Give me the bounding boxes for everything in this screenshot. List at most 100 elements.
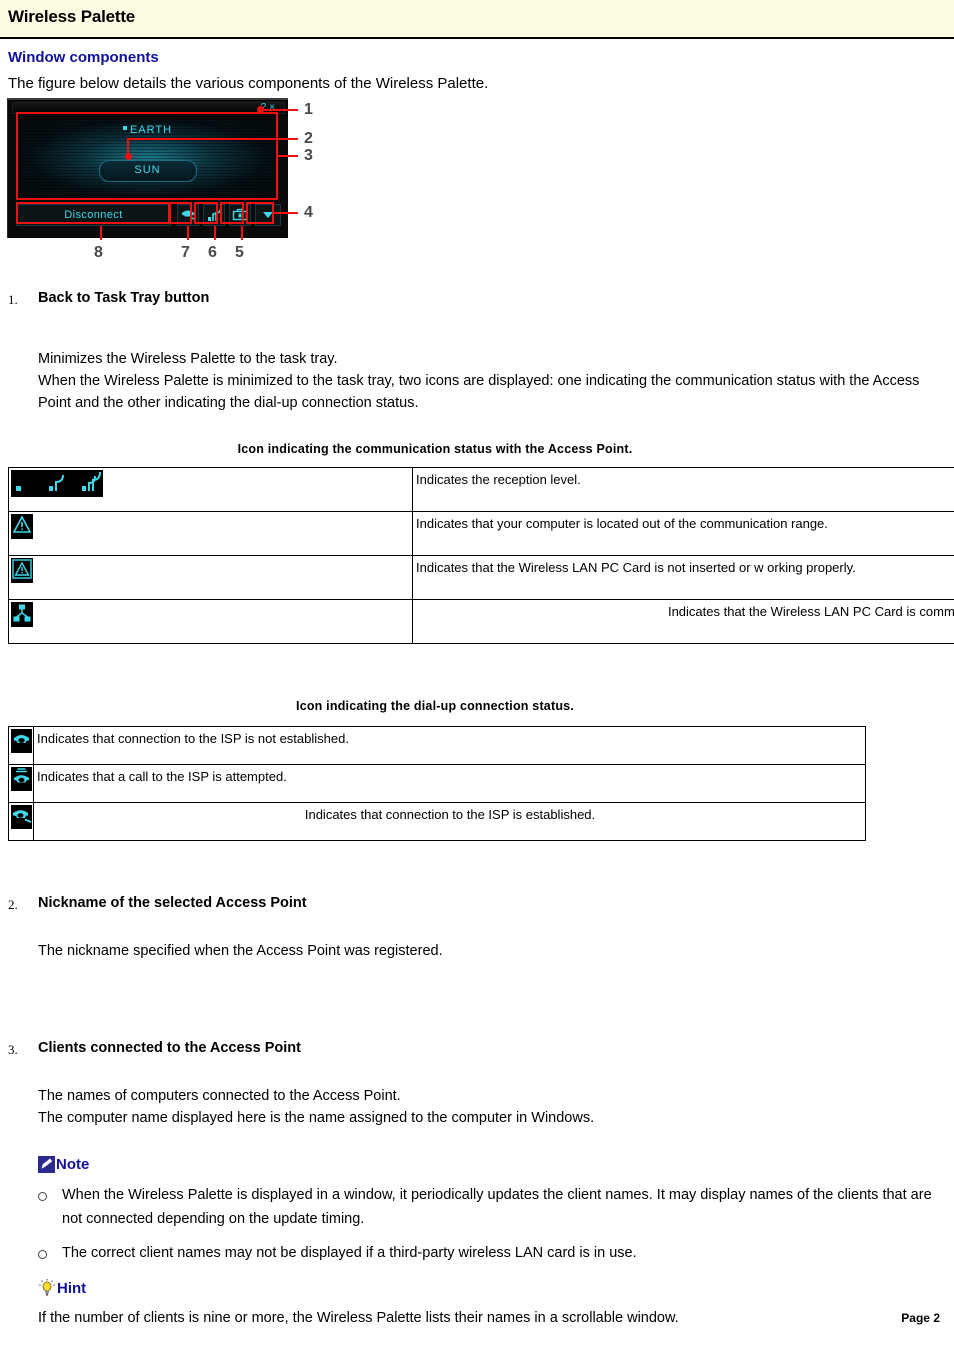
callout-box-8 [16, 202, 171, 224]
telephone-idle-glyph [11, 729, 32, 750]
page-title: Wireless Palette [8, 7, 136, 26]
callout-tick-7 [187, 226, 189, 240]
svg-text:/: / [39, 477, 43, 491]
list-item-3-paragraph-2: The computer name displayed here is the … [38, 1110, 595, 1126]
page-header-band: Wireless Palette [0, 0, 954, 37]
telephone-connected-icon [11, 805, 32, 829]
list-item-3: 3. Clients connected to the Access Point [8, 1040, 954, 1057]
comm-icon-cell-reception: / / [8, 467, 413, 512]
callout-box-5 [220, 202, 244, 224]
dial-text-cell-calling: Indicates that a call to the ISP is atte… [33, 764, 866, 803]
telephone-connected-glyph [11, 805, 32, 826]
table-row: Indicates that connection to the ISP is … [8, 802, 866, 841]
warning-triangle-icon [11, 514, 33, 539]
callout-number-3: 3 [304, 147, 313, 164]
signal-level-icons: / / [11, 470, 103, 497]
callout-box-7 [168, 202, 192, 224]
list-item-2-paragraph-1: The nickname specified when the Access P… [38, 943, 443, 959]
table-row: Indicates that connection to the ISP is … [8, 726, 866, 765]
callout-leader-1 [260, 109, 298, 111]
hint-callout-label: Hint [38, 1279, 954, 1297]
list-item-3-number: 3. [8, 1042, 18, 1057]
note-bullet-2-text: The correct client names may not be disp… [62, 1245, 637, 1261]
callout-anchor-1 [257, 106, 264, 113]
note-pencil-icon [38, 1156, 55, 1173]
callout-tick-6 [214, 226, 216, 240]
dial-icon-cell-established [8, 802, 34, 841]
callout-box-6 [194, 202, 218, 224]
table-row: Indicates that the Wireless LAN PC Card … [8, 599, 954, 644]
comm-icon-cell-out-of-range [8, 511, 413, 556]
callout-box-4 [246, 202, 274, 224]
comm-table-caption: Icon indicating the communication status… [237, 442, 633, 456]
note-bullet-1-text: When the Wireless Palette is displayed i… [62, 1187, 932, 1227]
dial-icon-cell-not-established [8, 726, 34, 765]
comm-text-cell-reception: Indicates the reception level. [412, 467, 954, 512]
note-callout-label: Note [38, 1156, 954, 1173]
list-item: The correct client names may not be disp… [0, 1241, 942, 1265]
callout-number-7: 7 [181, 244, 190, 261]
callout-leader-3 [276, 155, 298, 157]
list-item-2: 2. Nickname of the selected Access Point [8, 895, 954, 912]
callout-tick-8 [100, 226, 102, 240]
list-item-1-number: 1. [8, 292, 18, 307]
table-row: / / Indicates the reception level. [8, 467, 954, 512]
list-item-2-number: 2. [8, 897, 18, 912]
peer-network-icon [11, 602, 33, 627]
comm-icon-cell-card-error [8, 555, 413, 600]
peer-network-glyph [11, 602, 33, 624]
section-heading: Window components [8, 49, 159, 66]
note-bullet-list: When the Wireless Palette is displayed i… [0, 1183, 954, 1265]
comm-text-cell-out-of-range: Indicates that your computer is located … [412, 511, 954, 556]
callout-number-6: 6 [208, 244, 217, 261]
list-item-1-heading: Back to Task Tray button [38, 290, 210, 306]
telephone-ringing-icon [11, 767, 32, 791]
table-row: Indicates that your computer is located … [8, 511, 954, 556]
callout-box-3 [16, 112, 278, 200]
lightbulb-icon [39, 1279, 55, 1296]
callout-tick-5 [241, 226, 243, 240]
list-item-1-paragraph-2: When the Wireless Palette is minimized t… [38, 373, 920, 411]
bullet-icon [38, 1192, 47, 1201]
telephone-idle-icon [11, 729, 32, 753]
list-item-3-paragraph-1: The names of computers connected to the … [38, 1088, 401, 1104]
dial-text-cell-established: Indicates that connection to the ISP is … [33, 802, 866, 841]
bullet-icon [38, 1250, 47, 1259]
table-row: Indicates that the Wireless LAN PC Card … [8, 555, 954, 600]
callout-number-2: 2 [304, 130, 313, 147]
comm-icon-cell-peer-mode [8, 599, 413, 644]
page-number: Page 2 [901, 1311, 940, 1325]
svg-text:/: / [73, 477, 77, 491]
callout-anchor-2 [125, 153, 132, 160]
table-row: Indicates that a call to the ISP is atte… [8, 764, 866, 803]
warning-triangle-glyph [11, 514, 33, 536]
hint-body-text: If the number of clients is nine or more… [38, 1310, 679, 1326]
callout-number-1: 1 [304, 101, 313, 118]
list-item-2-heading: Nickname of the selected Access Point [38, 895, 307, 911]
card-error-glyph [11, 558, 33, 580]
comm-text-cell-card-error: Indicates that the Wireless LAN PC Card … [412, 555, 954, 600]
list-item: When the Wireless Palette is displayed i… [0, 1183, 942, 1231]
note-icon [38, 1156, 55, 1173]
callout-leader-4 [272, 212, 298, 214]
note-label-text: Note [56, 1156, 90, 1173]
dial-icon-cell-calling [8, 764, 34, 803]
hint-label-text: Hint [57, 1279, 87, 1297]
section-intro-text: The figure below details the various com… [8, 75, 489, 92]
communication-status-table: / / Indicates the reception level. Indic… [8, 467, 954, 644]
list-item-3-heading: Clients connected to the Access Point [38, 1040, 301, 1056]
list-item-1: 1. Back to Task Tray button [8, 290, 954, 307]
callout-number-4: 4 [304, 204, 313, 221]
telephone-ringing-glyph [11, 767, 32, 788]
comm-text-cell-peer-mode: Indicates that the Wireless LAN PC Card … [412, 599, 954, 644]
dialup-table-caption: Icon indicating the dial-up connection s… [296, 699, 574, 713]
dial-text-cell-not-established: Indicates that connection to the ISP is … [33, 726, 866, 765]
card-error-icon [11, 558, 33, 583]
signal-level-bars-icon: / / [11, 470, 103, 494]
wireless-palette-figure: ?× EARTH SUN Disconnect 1 2 3 4 5 6 7 8 [7, 98, 317, 278]
callout-number-5: 5 [235, 244, 244, 261]
dialup-status-table: Indicates that connection to the ISP is … [8, 726, 866, 841]
list-item-1-paragraph-1: Minimizes the Wireless Palette to the ta… [38, 351, 338, 367]
callout-number-8: 8 [94, 244, 103, 261]
hint-icon [38, 1279, 56, 1297]
